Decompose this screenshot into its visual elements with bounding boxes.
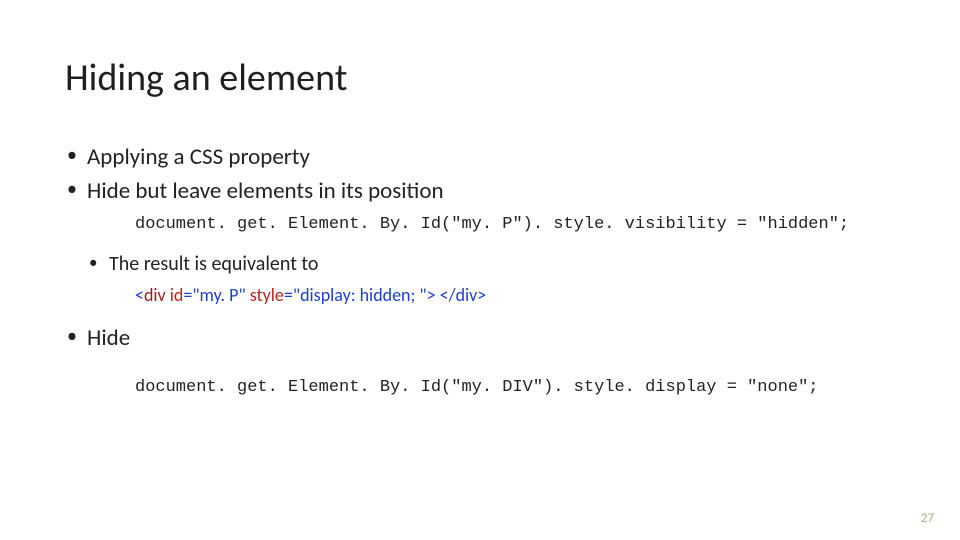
id-value: my. P (200, 284, 239, 306)
quote-close: " (238, 284, 249, 306)
bullet-result-equiv: The result is equivalent to (89, 252, 895, 276)
bullet-text: Hide but leave elements in its position (87, 177, 444, 205)
slide-title: Hiding an element (65, 55, 895, 101)
tag-div: div (144, 284, 170, 306)
div-close: </div> (440, 284, 487, 306)
bullet-apply-css: Applying a CSS property (65, 143, 895, 171)
attr-style: style (250, 284, 284, 306)
bullet-hide-leave: Hide but leave elements in its position (65, 177, 895, 205)
angle-open: < (135, 284, 144, 306)
bullet-list: Applying a CSS property Hide but leave e… (65, 143, 895, 205)
bullet-list-2: Hide (65, 324, 895, 352)
style-value: display: hidden; (300, 284, 419, 306)
attr-id: id (170, 284, 184, 306)
bullet-text: The result is equivalent to (109, 252, 318, 276)
eq-quote-2: =" (284, 284, 300, 306)
page-number: 27 (921, 511, 934, 526)
sub-bullet-list: The result is equivalent to (89, 252, 895, 276)
tag-close-gt: "> (419, 284, 439, 306)
bullet-text: Applying a CSS property (87, 143, 310, 171)
bullet-text: Hide (87, 324, 130, 352)
html-sample: <div id="my. P" style="display: hidden; … (135, 284, 895, 306)
code-display-none: document. get. Element. By. Id("my. DIV"… (135, 378, 895, 397)
bullet-hide: Hide (65, 324, 895, 352)
slide: Hiding an element Applying a CSS propert… (0, 0, 960, 540)
eq-quote: =" (183, 284, 199, 306)
code-visibility: document. get. Element. By. Id("my. P").… (135, 215, 895, 234)
